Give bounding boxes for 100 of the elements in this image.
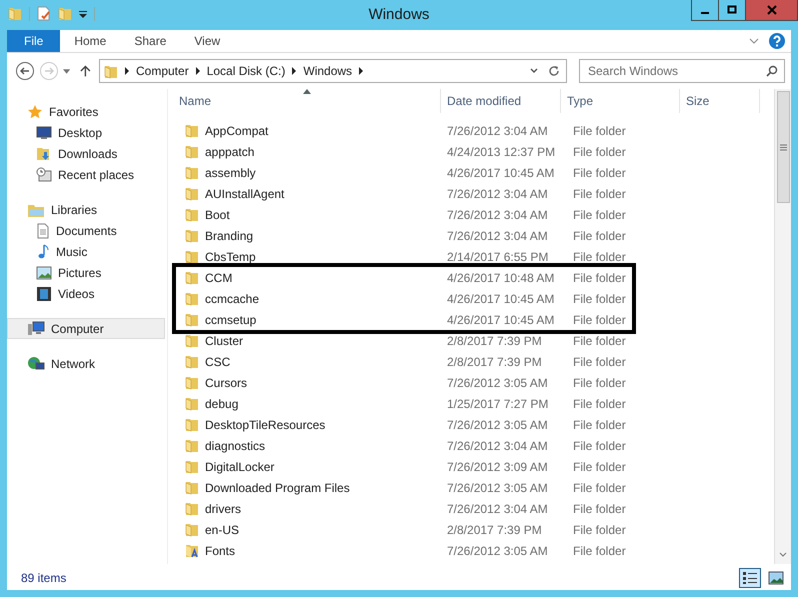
close-button[interactable] [746,0,797,20]
help-icon[interactable] [769,33,785,49]
nav-pane-item[interactable]: Computer [7,318,165,339]
date-modified: 1/25/2017 7:27 PM [447,396,548,410]
file-name: AUInstallAgent [205,186,284,200]
file-type: File folder [573,250,626,264]
details-view-button[interactable] [739,568,761,588]
breadcrumb-arrow-icon [124,67,130,75]
file-type: File folder [573,354,626,368]
breadcrumb[interactable]: Local Disk (C:) [206,64,286,78]
file-type: File folder [573,522,626,536]
date-modified: 7/26/2012 3:04 AM [447,438,548,452]
folder-icon [185,291,199,306]
file-type: File folder [573,376,626,390]
date-modified: 7/26/2012 3:05 AM [447,418,548,432]
column-header[interactable]: Date modified [441,89,561,113]
nav-pane-item[interactable]: Libraries [7,199,165,220]
folder-icon [185,480,199,495]
date-modified: 2/8/2017 7:39 PM [447,334,542,348]
folder-icon [185,333,199,348]
grip-icon [780,144,786,150]
document-icon [36,222,50,238]
date-modified: 4/26/2017 10:45 AM [447,292,554,306]
nav-pane-item[interactable]: Recent places [7,164,165,185]
folder-icon [104,64,118,78]
date-modified: 4/26/2017 10:45 AM [447,312,554,326]
date-modified: 7/26/2012 3:04 AM [447,502,548,516]
file-type: File folder [573,208,626,222]
recent-locations-caret-icon[interactable] [63,68,70,74]
maximize-icon [727,5,737,15]
file-name: Fonts [205,544,236,558]
back-button[interactable] [15,61,35,81]
folder-icon [185,270,199,285]
file-name: debug [205,396,238,410]
image-icon [768,570,784,584]
file-type: File folder [573,292,626,306]
file-name: CSC [205,354,230,368]
address-dropdown-icon[interactable] [530,68,538,74]
date-modified: 7/26/2012 3:05 AM [447,376,548,390]
computer-icon [27,320,45,336]
up-arrow-icon[interactable] [80,64,91,78]
nav-pane-item[interactable]: Downloads [7,143,165,164]
close-icon [766,5,776,15]
file-name: en-US [205,522,240,536]
file-type: File folder [573,144,626,158]
file-tab[interactable]: File [7,30,60,52]
search-field[interactable]: Search Windows [579,59,785,83]
star-icon [27,104,43,120]
breadcrumb[interactable]: Windows [303,64,352,78]
minimize-icon [701,12,709,14]
folder-icon [185,375,199,390]
file-type: File folder [573,396,626,410]
file-name: DesktopTileResources [205,418,326,432]
breadcrumb-arrow-icon [358,67,364,75]
breadcrumb[interactable]: Computer [136,64,189,78]
music-note-icon [36,244,50,260]
column-header[interactable]: Type [561,89,680,113]
folder-icon [185,249,199,264]
file-type: File folder [573,502,626,516]
column-header[interactable]: Size [680,89,760,113]
date-modified: 4/26/2017 10:48 AM [447,270,554,284]
file-type: File folder [573,544,626,558]
properties-icon[interactable] [37,6,51,21]
address-bar[interactable]: Computer Local Disk (C:) Windows [99,59,567,83]
recent-places-icon [36,166,52,182]
file-type: File folder [573,124,626,138]
file-type: File folder [573,312,626,326]
file-name: ccmcache [205,292,260,306]
ribbon-tab[interactable]: Home [60,30,120,52]
folder-icon [185,207,199,222]
date-modified: 2/8/2017 7:39 PM [447,522,542,536]
file-name: Cluster [205,334,244,348]
nav-pane-item[interactable]: Desktop [7,122,165,143]
folder-icon [185,396,199,411]
file-name: Boot [205,208,230,222]
nav-pane-item[interactable]: Favorites [7,101,165,122]
file-type: File folder [573,438,626,452]
file-name: CbsTemp [205,250,256,264]
refresh-icon[interactable] [548,65,560,77]
ribbon-tab[interactable]: View [180,30,234,52]
customize-caret-icon[interactable] [79,10,87,18]
nav-pane-item[interactable]: Pictures [7,262,165,283]
folder-icon [185,144,199,159]
nav-pane-item[interactable]: Documents [7,220,165,241]
folder-icon [185,228,199,243]
nav-pane-item[interactable]: Videos [7,283,165,304]
breadcrumb-arrow-icon [291,67,298,75]
file-name: DigitalLocker [205,460,274,474]
folder-icon [8,6,22,21]
network-icon [27,356,45,372]
date-modified: 4/24/2013 12:37 PM [447,144,556,158]
expand-ribbon-icon[interactable] [749,38,759,44]
scrollbar[interactable] [774,89,791,564]
column-header[interactable]: Name [173,89,441,113]
ribbon-tab[interactable]: Share [120,30,180,52]
nav-pane-item[interactable]: Network [7,353,165,374]
file-type: File folder [573,270,626,284]
nav-pane-item[interactable]: Music [7,241,165,262]
file-type: File folder [573,460,626,474]
date-modified: 2/8/2017 7:39 PM [447,354,542,368]
